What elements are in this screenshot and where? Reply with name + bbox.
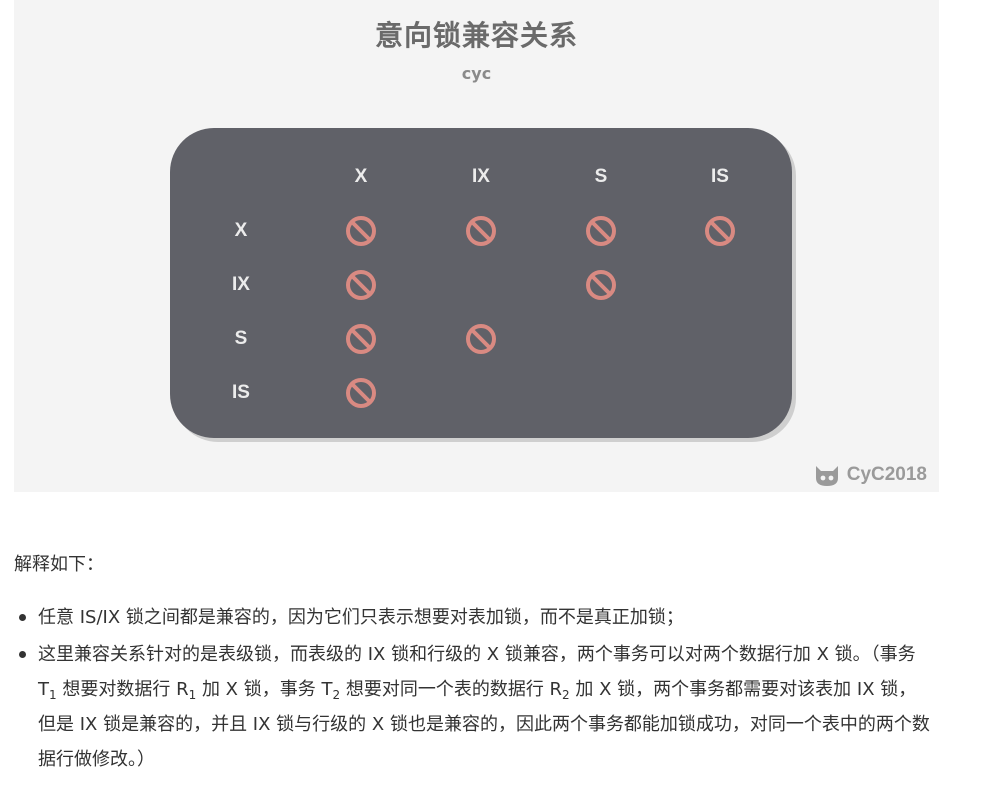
prohibited-icon: [584, 214, 618, 248]
row-header: IS: [232, 382, 250, 403]
row-header: IX: [232, 274, 250, 295]
column-header: S: [594, 166, 608, 187]
prohibited-icon: [344, 268, 378, 302]
figure-subtitle: cyc: [461, 64, 492, 83]
list-item: 任意 IS/IX 锁之间都是兼容的，因为它们只表示想要对表加锁，而不是真正加锁；: [14, 600, 934, 635]
prohibited-icon: [464, 214, 498, 248]
bullet-text: 想要对数据行 R: [56, 679, 189, 700]
column-header: X: [354, 166, 368, 187]
column-header: IS: [711, 166, 729, 187]
row-header: X: [234, 220, 248, 241]
watermark: CyC2018: [813, 462, 927, 488]
compatibility-matrix: X IX S IS X IX S IS: [170, 128, 792, 438]
prohibited-icon: [584, 268, 618, 302]
subscript: 2: [562, 688, 570, 702]
list-item: 这里兼容关系针对的是表级锁，而表级的 IX 锁和行级的 X 锁兼容，两个事务可以…: [14, 637, 934, 777]
explanation-list: 任意 IS/IX 锁之间都是兼容的，因为它们只表示想要对表加锁，而不是真正加锁；…: [14, 600, 934, 779]
prohibited-icon: [464, 322, 498, 356]
row-header: S: [234, 328, 248, 349]
compatibility-figure: 意向锁兼容关系 cyc X IX S IS X IX S IS CyC2018: [14, 0, 939, 492]
watermark-text: CyC2018: [846, 464, 927, 485]
prohibited-icon: [344, 322, 378, 356]
subscript: 2: [332, 688, 341, 702]
prohibited-icon: [344, 376, 378, 410]
prohibited-icon: [344, 214, 378, 248]
explanation-heading: 解释如下：: [14, 554, 104, 575]
prohibited-icon: [703, 214, 737, 248]
bullet-text: 想要对同一个表的数据行 R: [340, 679, 563, 700]
bullet-text: 任意 IS/IX 锁之间都是兼容的，因为它们只表示想要对表加锁，而不是真正加锁；: [38, 607, 684, 628]
github-cat-icon: [815, 466, 838, 486]
subscript: 1: [49, 688, 57, 702]
bullet-text: 加 X 锁，事务 T: [196, 679, 333, 700]
figure-title: 意向锁兼容关系: [374, 19, 578, 52]
column-header: IX: [472, 166, 490, 187]
